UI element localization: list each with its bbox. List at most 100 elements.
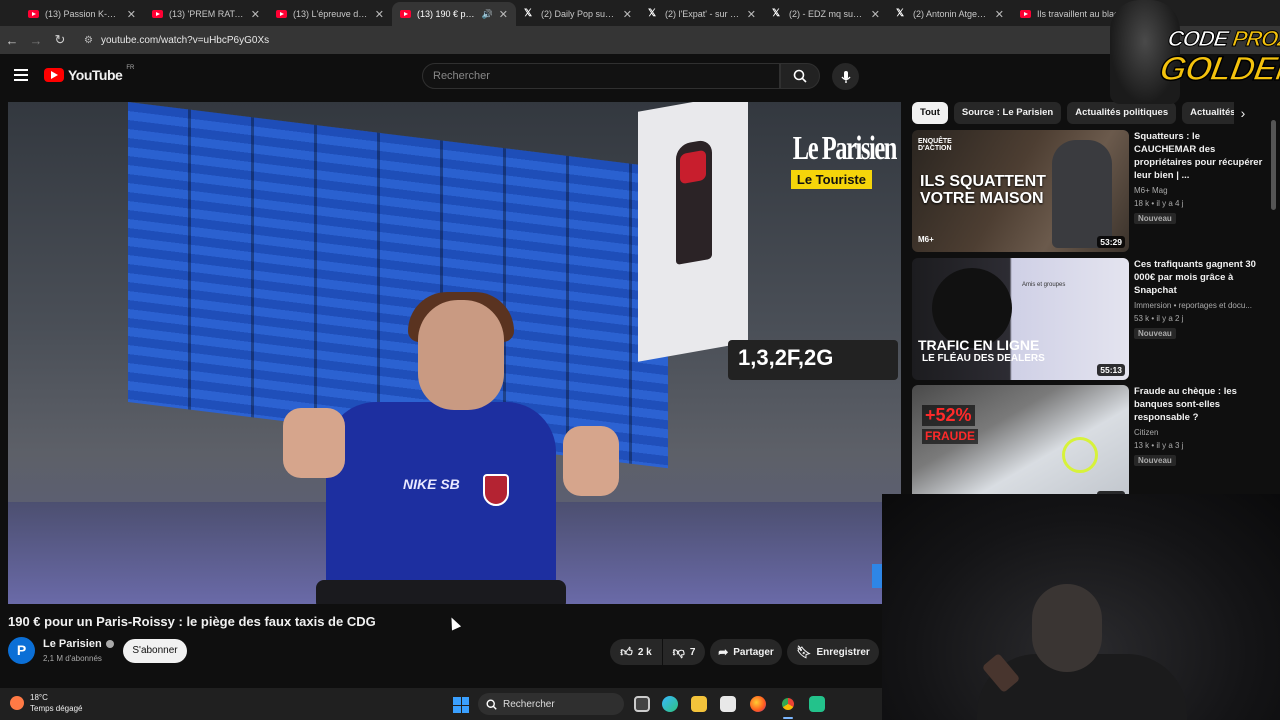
overlay-prozis: PROZIS — [1231, 26, 1280, 52]
edge-icon[interactable] — [662, 696, 678, 712]
store-icon[interactable] — [720, 696, 736, 712]
recommendation-stats: 18 k • il y a 4 j — [1134, 199, 1184, 208]
channel-avatar[interactable]: P — [8, 637, 35, 664]
banner-figure — [676, 138, 712, 265]
close-icon[interactable]: ✕ — [251, 8, 260, 21]
filter-chips: Tout Source : Le Parisien Actualités pol… — [912, 102, 1252, 124]
app-icon[interactable] — [809, 696, 825, 712]
windows-start-icon[interactable] — [453, 697, 469, 713]
chip-source[interactable]: Source : Le Parisien — [953, 102, 1062, 124]
view-count: 53 k — [1134, 314, 1150, 323]
channel-name-row[interactable]: Le Parisien — [43, 638, 114, 650]
browser-tab[interactable]: 𝕏 (2) - EDZ mq sur X : ✕ — [764, 2, 888, 26]
voice-search-button[interactable] — [832, 63, 859, 90]
browser-tab-active[interactable]: (13) 190 € pour u 🔊 ✕ — [392, 2, 516, 26]
chevron-right-icon[interactable]: › — [1234, 102, 1252, 124]
browser-tab[interactable]: 𝕏 (2) Daily Pop sur X : ✕ — [516, 2, 640, 26]
browser-tab[interactable]: (13) 'PREM RATAN D ✕ — [144, 2, 268, 26]
overlay-logo-line2: GOLDENG — [1156, 49, 1280, 89]
le-parisien-overlay: Le Parisien Le Touriste — [762, 132, 897, 189]
recommendation-item[interactable]: Amis et groupes TRAFIC EN LIGNE LE FLÉAU… — [912, 258, 1256, 380]
forward-icon[interactable]: → — [24, 33, 48, 48]
terminal-gate-sign: 1,3,2F,2G — [728, 340, 898, 380]
advertising-banner-image — [638, 102, 748, 362]
thumbs-up-icon: 👍︎ — [620, 644, 633, 659]
video-player[interactable]: 1,3,2F,2G NIKE SB Le Parisien Le Tourist… — [8, 102, 901, 604]
thumbnail-ui-text: Amis et groupes — [1022, 282, 1066, 288]
youtube-logo[interactable]: YouTube FR — [44, 65, 135, 83]
dislike-button[interactable]: 👎︎ 7 — [663, 639, 705, 665]
thumbnail-subtext: LE FLÉAU DES DEALERS — [922, 353, 1045, 364]
chip-all[interactable]: Tout — [912, 102, 948, 124]
recommendation-meta: Squatteurs : le CAUCHEMAR des propriétai… — [1134, 130, 1264, 226]
recommendation-stats: 13 k • il y a 3 j — [1134, 441, 1184, 450]
thumbnail-subtext: FRAUDE — [922, 429, 978, 444]
recommendation-item[interactable]: +52% FRAUDE 31:51 Fraude au chèque : les… — [912, 385, 1252, 507]
close-icon[interactable]: ✕ — [995, 8, 1004, 21]
video-thumbnail[interactable]: +52% FRAUDE 31:51 — [912, 385, 1129, 507]
recommendation-stats: 53 k • il y a 2 j — [1134, 314, 1184, 323]
streamer-overlay-logo: CODE PROZIS GOLDENG — [1110, 0, 1280, 104]
save-button[interactable]: 🔖︎ Enregistrer — [787, 639, 879, 665]
view-count: 13 k — [1134, 441, 1150, 450]
tab-title: (13) Passion K-pop | — [45, 9, 121, 19]
like-button[interactable]: 👍︎ 2 k — [610, 639, 662, 665]
menu-icon[interactable] — [14, 69, 28, 81]
chip-politics[interactable]: Actualités politiques — [1067, 102, 1177, 124]
presenter-left-hand — [283, 408, 345, 478]
chrome-icon[interactable] — [780, 696, 796, 712]
subscribe-button[interactable]: S'abonner — [123, 639, 187, 663]
browser-tab[interactable]: (13) L'épreuve du 10( ✕ — [268, 2, 392, 26]
firefox-icon[interactable] — [750, 696, 766, 712]
reload-icon[interactable]: ↻ — [48, 32, 72, 48]
verified-icon — [105, 640, 114, 649]
share-button[interactable]: ➦ Partager — [710, 639, 782, 665]
site-settings-icon[interactable]: ⚙ — [84, 35, 93, 46]
close-icon[interactable]: ✕ — [499, 8, 508, 21]
recommendation-channel[interactable]: Immersion • reportages et docu... — [1134, 301, 1264, 310]
video-duration: 55:13 — [1097, 364, 1125, 376]
recommendation-title[interactable]: Ces trafiquants gagnent 30 000€ par mois… — [1134, 258, 1264, 297]
recommendation-channel[interactable]: M6+ Mag — [1134, 186, 1264, 195]
x-icon: 𝕏 — [524, 8, 533, 19]
recommendation-title[interactable]: Fraude au chèque : les banques sont-elle… — [1134, 385, 1264, 424]
presenter-right-hand — [563, 426, 619, 496]
channel-name[interactable]: Le Parisien — [43, 638, 102, 650]
tab-title: (13) 'PREM RATAN D — [169, 9, 245, 19]
close-icon[interactable]: ✕ — [747, 8, 756, 21]
region-code: FR — [126, 65, 135, 71]
webcam-overlay — [882, 494, 1280, 720]
url-field[interactable]: ⚙ youtube.com/watch?v=uHbcP6yG0Xs — [84, 35, 269, 46]
speaker-icon[interactable]: 🔊 — [482, 9, 493, 20]
task-view-icon[interactable] — [634, 696, 650, 712]
browser-tab[interactable]: 𝕏 (2) Antonin Atger sur ✕ — [888, 2, 1012, 26]
weather-widget[interactable]: 18°C Temps dégagé — [10, 692, 82, 714]
browser-tab[interactable]: 𝕏 (2) l'Expat' - sur X : "I ✕ — [640, 2, 764, 26]
search-input[interactable]: Rechercher — [422, 63, 780, 89]
browser-tab[interactable]: (13) Passion K-pop | ✕ — [20, 2, 144, 26]
recommendation-title[interactable]: Squatteurs : le CAUCHEMAR des propriétai… — [1134, 130, 1264, 182]
bookmark-icon: 🔖︎ — [796, 645, 812, 659]
recommendation-item[interactable]: ENQUÊTE D'ACTION ILS SQUATTENT VOTRE MAI… — [912, 130, 1262, 252]
recommendation-channel[interactable]: Citizen — [1134, 428, 1264, 437]
close-icon[interactable]: ✕ — [623, 8, 632, 21]
tab-title: (13) L'épreuve du 10( — [293, 9, 369, 19]
upload-age: il y a 4 j — [1156, 199, 1184, 208]
close-icon[interactable]: ✕ — [871, 8, 880, 21]
microphone-icon — [840, 70, 851, 83]
file-explorer-icon[interactable] — [691, 696, 707, 712]
scrollbar[interactable] — [1271, 120, 1276, 210]
video-duration: 53:29 — [1097, 236, 1125, 248]
close-icon[interactable]: ✕ — [127, 8, 136, 21]
close-icon[interactable]: ✕ — [375, 8, 384, 21]
shirt-crest — [483, 474, 509, 506]
video-thumbnail[interactable]: ENQUÊTE D'ACTION ILS SQUATTENT VOTRE MAI… — [912, 130, 1129, 252]
thumbnail-person — [932, 268, 1012, 348]
video-thumbnail[interactable]: Amis et groupes TRAFIC EN LIGNE LE FLÉAU… — [912, 258, 1129, 380]
overlay-logo-line1: CODE PROZIS — [1166, 26, 1280, 52]
weather-text-block: 18°C Temps dégagé — [30, 692, 82, 714]
weather-condition: Temps dégagé — [30, 704, 83, 713]
search-button[interactable] — [780, 63, 820, 89]
taskbar-search[interactable]: Rechercher — [478, 693, 624, 715]
back-icon[interactable]: ← — [0, 33, 24, 48]
